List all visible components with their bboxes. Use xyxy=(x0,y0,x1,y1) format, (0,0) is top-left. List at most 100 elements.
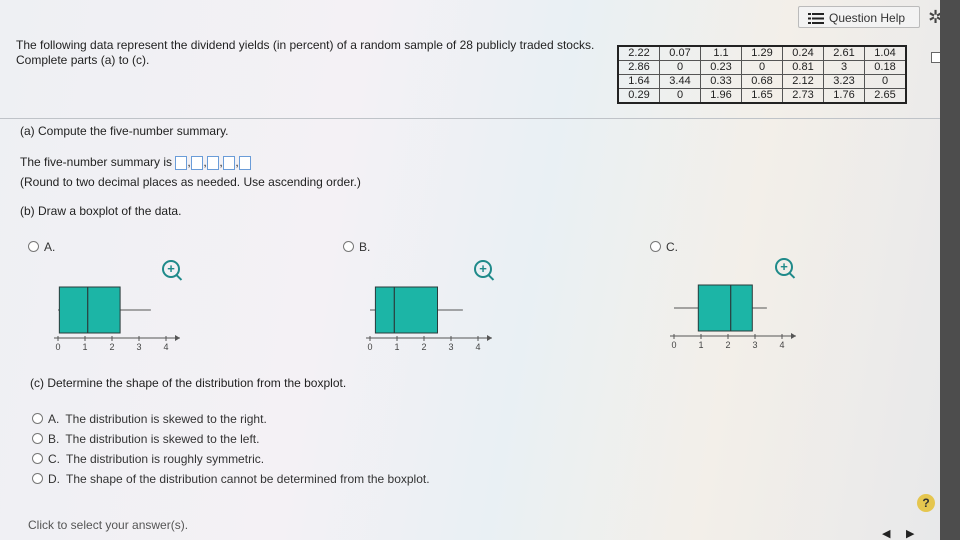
data-table-row: 0.29 0 1.96 1.65 2.73 1.76 2.65 xyxy=(617,88,907,104)
list-icon xyxy=(808,13,824,24)
shape-option-a[interactable]: A. The distribution is skewed to the righ… xyxy=(32,412,267,426)
data-cell: 0.23 xyxy=(700,60,742,75)
zoom-in-icon[interactable]: + xyxy=(474,260,492,278)
axis-tick-label: 4 xyxy=(779,340,784,350)
radio-button[interactable] xyxy=(32,433,43,444)
option-letter: D. xyxy=(48,472,60,486)
data-cell: 2.86 xyxy=(617,60,660,75)
data-cell: 0 xyxy=(659,88,701,104)
axis-tick-label: 4 xyxy=(475,342,480,352)
data-cell: 2.73 xyxy=(782,88,824,104)
axis-tick-label: 2 xyxy=(109,342,114,352)
iqr-box xyxy=(697,284,753,332)
axis-tick-label: 1 xyxy=(698,340,703,350)
data-cell: 0 xyxy=(659,60,701,75)
divider xyxy=(0,118,940,119)
boxplot-option-a[interactable]: A. xyxy=(28,240,55,254)
data-cell: 1.96 xyxy=(700,88,742,104)
data-cell: 1.64 xyxy=(617,74,660,89)
axis-tick-label: 3 xyxy=(136,342,141,352)
data-cell: 0.18 xyxy=(864,60,907,75)
radio-button[interactable] xyxy=(28,241,39,252)
option-label: C. xyxy=(666,240,678,254)
data-cell: 2.12 xyxy=(782,74,824,89)
radio-button[interactable] xyxy=(343,241,354,252)
data-cell: 3.44 xyxy=(659,74,701,89)
top-bar: Question Help ✲ xyxy=(0,0,960,34)
axis-tick-label: 1 xyxy=(82,342,87,352)
answer-input-box[interactable] xyxy=(175,156,188,171)
boxplot-option-c[interactable]: C. xyxy=(650,240,678,254)
part-c-heading: (c) Determine the shape of the distribut… xyxy=(30,376,347,390)
zoom-in-icon[interactable]: + xyxy=(162,260,180,278)
part-b-heading: (b) Draw a boxplot of the data. xyxy=(20,204,182,218)
data-cell: 3.23 xyxy=(823,74,865,89)
boxplot-b: 0 1 2 3 4 xyxy=(366,286,492,352)
answer-input-box[interactable] xyxy=(207,156,220,171)
radio-button[interactable] xyxy=(32,413,43,424)
data-table-row: 1.64 3.44 0.33 0.68 2.12 3.23 0 xyxy=(617,74,907,89)
data-cell: 3 xyxy=(823,60,865,75)
part-a-heading: (a) Compute the five-number summary. xyxy=(20,124,229,138)
next-arrow-icon[interactable]: ▶ xyxy=(906,527,914,540)
question-intro: The following data represent the dividen… xyxy=(16,38,595,67)
axis-tick-label: 2 xyxy=(421,342,426,352)
answer-input-box[interactable] xyxy=(191,156,204,171)
boxplot-c: 0 1 2 3 4 xyxy=(670,284,796,350)
data-cell: 1.76 xyxy=(823,88,865,104)
axis-tick-label: 3 xyxy=(448,342,453,352)
data-table-row: 2.86 0 0.23 0 0.81 3 0.18 xyxy=(617,60,907,75)
axis-arrow xyxy=(791,333,796,339)
iqr-box xyxy=(58,286,121,334)
shape-option-d[interactable]: D. The shape of the distribution cannot b… xyxy=(32,472,430,486)
axis-tick-label: 2 xyxy=(725,340,730,350)
axis-tick-label: 1 xyxy=(394,342,399,352)
data-cell: 1.04 xyxy=(864,45,907,61)
question-help-label: Question Help xyxy=(829,11,906,25)
help-icon[interactable]: ? xyxy=(917,494,935,512)
question-help-button[interactable]: Question Help xyxy=(798,6,920,28)
rounding-hint: (Round to two decimal places as needed. … xyxy=(20,175,361,189)
option-letter: C. xyxy=(48,452,60,466)
five-number-prompt-text: The five-number summary is xyxy=(20,155,173,169)
data-cell: 0 xyxy=(741,60,783,75)
data-cell: 0.07 xyxy=(659,45,701,61)
data-cell: 0 xyxy=(864,74,907,89)
axis-tick-label: 0 xyxy=(55,342,60,352)
data-cell: 1.29 xyxy=(741,45,783,61)
data-cell: 1.1 xyxy=(700,45,742,61)
data-cell: 0.33 xyxy=(700,74,742,89)
option-text: The distribution is skewed to the right. xyxy=(65,412,267,426)
zoom-in-icon[interactable]: + xyxy=(775,258,793,276)
select-instruction: Click to select your answer(s). xyxy=(28,518,189,532)
data-cell: 2.22 xyxy=(617,45,660,61)
radio-button[interactable] xyxy=(650,241,661,252)
right-edge-panel xyxy=(940,0,960,540)
axis-tick-label: 0 xyxy=(671,340,676,350)
axis-tick-label: 3 xyxy=(752,340,757,350)
data-cell: 0.29 xyxy=(617,88,660,104)
data-table: 2.22 0.07 1.1 1.29 0.24 2.61 1.04 2.86 0 0.23 0 0.8… xyxy=(617,45,907,104)
axis-tick-label: 0 xyxy=(367,342,372,352)
option-label: B. xyxy=(359,240,371,254)
radio-button[interactable] xyxy=(32,473,43,484)
boxplot-option-b[interactable]: B. xyxy=(343,240,370,254)
shape-option-c[interactable]: C. The distribution is roughly symmetric. xyxy=(32,452,264,466)
answer-input-box[interactable] xyxy=(223,156,236,171)
answer-input-box[interactable] xyxy=(239,156,252,171)
data-cell: 1.65 xyxy=(741,88,783,104)
data-cell: 2.65 xyxy=(864,88,907,104)
radio-button[interactable] xyxy=(32,453,43,464)
axis-tick-label: 4 xyxy=(163,342,168,352)
iqr-box xyxy=(374,286,438,334)
data-cell: 0.24 xyxy=(782,45,824,61)
data-cell: 0.81 xyxy=(782,60,824,75)
five-number-prompt: The five-number summary is ,,,, xyxy=(20,155,252,171)
shape-option-b[interactable]: B. The distribution is skewed to the left… xyxy=(32,432,259,446)
option-letter: A. xyxy=(48,412,60,426)
previous-arrow-icon[interactable]: ◀ xyxy=(882,527,890,540)
axis-arrow xyxy=(487,335,492,341)
five-number-inputs: ,,,, xyxy=(175,155,252,171)
option-label: A. xyxy=(44,240,56,254)
option-text: The distribution is skewed to the left. xyxy=(65,432,260,446)
